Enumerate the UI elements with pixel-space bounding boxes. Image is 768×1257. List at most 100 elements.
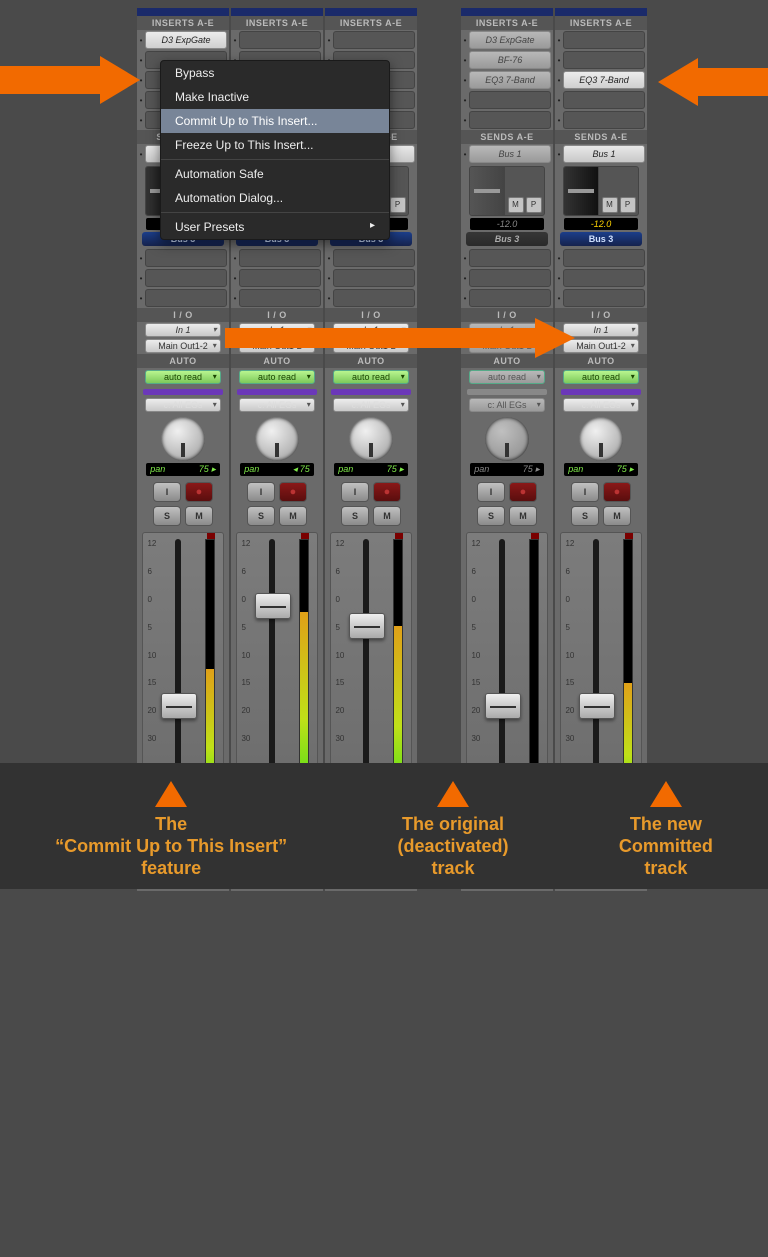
pan-knob[interactable] xyxy=(161,417,205,461)
send-pre[interactable]: P xyxy=(390,197,406,213)
track-color-bar xyxy=(561,389,640,395)
automation-mode[interactable]: auto read xyxy=(333,370,409,384)
output-selector[interactable]: Main Out1-2 xyxy=(145,339,221,353)
menu-user-presets[interactable]: User Presets xyxy=(161,215,389,239)
insert-slot[interactable]: D3 ExpGate xyxy=(145,31,227,49)
send-slot-empty[interactable] xyxy=(563,289,645,307)
volume-fader[interactable] xyxy=(161,693,197,719)
track-color-bar xyxy=(237,389,316,395)
automation-mode[interactable]: auto read xyxy=(469,370,545,384)
send-mute[interactable]: M xyxy=(508,197,524,213)
bus-output[interactable]: Bus 3 xyxy=(560,232,643,246)
send-mini-fader[interactable]: MP xyxy=(469,166,545,216)
group-selector[interactable]: c: All EGs xyxy=(239,398,315,412)
record-enable-button[interactable] xyxy=(509,482,537,502)
send-slot-empty[interactable] xyxy=(469,269,551,287)
pan-readout: pan◂ 75 xyxy=(240,463,314,476)
group-selector[interactable]: c: All EGs xyxy=(563,398,639,412)
record-enable-button[interactable] xyxy=(279,482,307,502)
insert-slot[interactable] xyxy=(469,91,551,109)
send-slot-empty[interactable] xyxy=(333,289,415,307)
send-level: -12.0 xyxy=(564,218,638,230)
insert-slot[interactable] xyxy=(469,111,551,129)
send-slot-empty[interactable] xyxy=(239,249,321,267)
pan-knob[interactable] xyxy=(485,417,529,461)
solo-button[interactable]: S xyxy=(153,506,181,526)
send-mute[interactable]: M xyxy=(602,197,618,213)
inserts-header: INSERTS A-E xyxy=(231,16,323,30)
insert-slot[interactable] xyxy=(563,91,645,109)
pan-knob[interactable] xyxy=(255,417,299,461)
mixer-track: INSERTS A-E• D3 ExpGate• BF-76• EQ3 7-Ba… xyxy=(461,8,553,891)
annotation-captions: The“Commit Up to This Insert”feature The… xyxy=(0,763,768,889)
automation-mode[interactable]: auto read xyxy=(239,370,315,384)
automation-mode[interactable]: auto read xyxy=(145,370,221,384)
record-enable-button[interactable] xyxy=(373,482,401,502)
send-slot-empty[interactable] xyxy=(563,249,645,267)
send-slot-empty[interactable] xyxy=(239,289,321,307)
menu-automation-safe[interactable]: Automation Safe xyxy=(161,162,389,186)
bus-output[interactable]: Bus 3 xyxy=(466,232,549,246)
send-slot-empty[interactable] xyxy=(145,269,227,287)
solo-button[interactable]: S xyxy=(341,506,369,526)
volume-fader[interactable] xyxy=(579,693,615,719)
input-monitor-button[interactable]: I xyxy=(247,482,275,502)
send-slot[interactable]: Bus 1 xyxy=(563,145,645,163)
automation-mode[interactable]: auto read xyxy=(563,370,639,384)
insert-slot[interactable]: EQ3 7-Band xyxy=(469,71,551,89)
send-slot-empty[interactable] xyxy=(239,269,321,287)
pan-knob[interactable] xyxy=(579,417,623,461)
inserts-header: INSERTS A-E xyxy=(461,16,553,30)
group-selector[interactable]: c: All EGs xyxy=(333,398,409,412)
solo-button[interactable]: S xyxy=(477,506,505,526)
menu-make-inactive[interactable]: Make Inactive xyxy=(161,85,389,109)
input-monitor-button[interactable]: I xyxy=(477,482,505,502)
record-enable-button[interactable] xyxy=(185,482,213,502)
send-slot-empty[interactable] xyxy=(333,249,415,267)
insert-slot[interactable] xyxy=(563,111,645,129)
send-slot-empty[interactable] xyxy=(469,289,551,307)
insert-slot[interactable] xyxy=(563,31,645,49)
send-slot[interactable]: Bus 1 xyxy=(469,145,551,163)
mute-button[interactable]: M xyxy=(279,506,307,526)
pan-readout: pan75 ▸ xyxy=(564,463,638,476)
insert-slot[interactable] xyxy=(333,31,415,49)
group-selector[interactable]: c: All EGs xyxy=(469,398,545,412)
send-slot-empty[interactable] xyxy=(145,249,227,267)
insert-slot[interactable] xyxy=(563,51,645,69)
solo-button[interactable]: S xyxy=(247,506,275,526)
sends-header: SENDS A-E xyxy=(555,130,647,144)
insert-slot[interactable]: BF-76 xyxy=(469,51,551,69)
send-slot-empty[interactable] xyxy=(469,249,551,267)
send-level: -12.0 xyxy=(470,218,544,230)
input-selector[interactable]: In 1 xyxy=(145,323,221,337)
send-slot-empty[interactable] xyxy=(563,269,645,287)
mute-button[interactable]: M xyxy=(509,506,537,526)
mute-button[interactable]: M xyxy=(185,506,213,526)
input-monitor-button[interactable]: I xyxy=(571,482,599,502)
group-selector[interactable]: c: All EGs xyxy=(145,398,221,412)
insert-slot[interactable] xyxy=(239,31,321,49)
input-monitor-button[interactable]: I xyxy=(341,482,369,502)
solo-button[interactable]: S xyxy=(571,506,599,526)
volume-fader[interactable] xyxy=(255,593,291,619)
volume-fader[interactable] xyxy=(349,613,385,639)
send-pre[interactable]: P xyxy=(620,197,636,213)
mixer-track: INSERTS A-E• • • EQ3 7-Band• • SENDS A-E… xyxy=(555,8,647,891)
send-slot-empty[interactable] xyxy=(333,269,415,287)
send-pre[interactable]: P xyxy=(526,197,542,213)
send-mini-fader[interactable]: MP xyxy=(563,166,639,216)
menu-commit-up-to-insert[interactable]: Commit Up to This Insert... xyxy=(161,109,389,133)
menu-automation-dialog[interactable]: Automation Dialog... xyxy=(161,186,389,210)
input-monitor-button[interactable]: I xyxy=(153,482,181,502)
record-enable-button[interactable] xyxy=(603,482,631,502)
pan-knob[interactable] xyxy=(349,417,393,461)
mute-button[interactable]: M xyxy=(603,506,631,526)
menu-bypass[interactable]: Bypass xyxy=(161,61,389,85)
mute-button[interactable]: M xyxy=(373,506,401,526)
volume-fader[interactable] xyxy=(485,693,521,719)
insert-slot[interactable]: EQ3 7-Band xyxy=(563,71,645,89)
send-slot-empty[interactable] xyxy=(145,289,227,307)
insert-slot[interactable]: D3 ExpGate xyxy=(469,31,551,49)
menu-freeze-up-to-insert[interactable]: Freeze Up to This Insert... xyxy=(161,133,389,157)
